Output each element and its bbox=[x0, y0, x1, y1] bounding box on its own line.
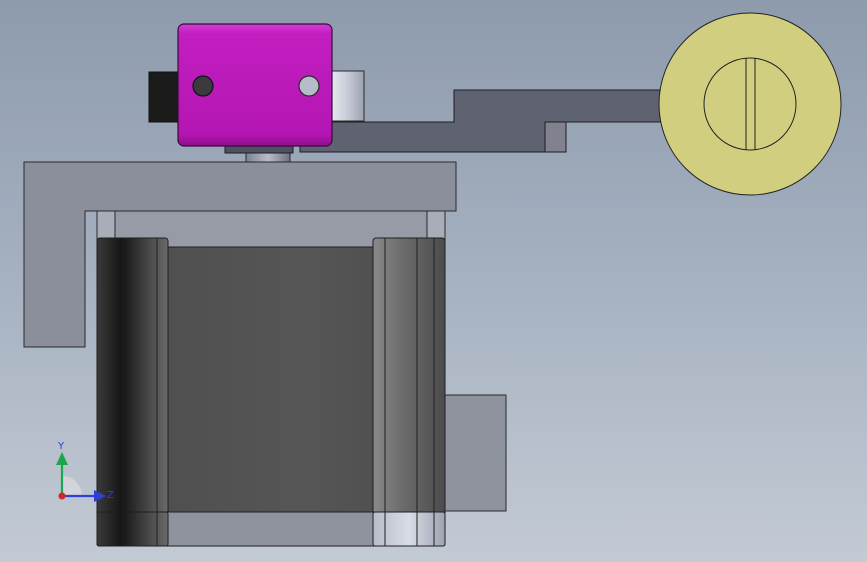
triad-quadrant bbox=[62, 476, 82, 496]
triad-origin bbox=[58, 492, 66, 500]
model-view[interactable] bbox=[0, 0, 867, 562]
lever-arm-tab bbox=[544, 121, 567, 153]
triad-y-label: Y bbox=[57, 441, 65, 452]
motor-connector[interactable] bbox=[441, 394, 507, 512]
orientation-triad[interactable]: Y Z bbox=[40, 438, 120, 510]
triad-z-arrow-icon bbox=[94, 490, 106, 502]
clamp-left-stub bbox=[148, 71, 181, 123]
clamp-screw-left-icon bbox=[192, 75, 214, 97]
pulley-screw[interactable] bbox=[703, 57, 797, 151]
clamp-right-roller bbox=[329, 70, 365, 122]
triad-z-label: Z bbox=[107, 490, 114, 501]
graphics-viewport[interactable]: Y Z bbox=[0, 0, 867, 562]
triad-y-arrow-icon bbox=[56, 452, 68, 465]
clamp-screw-right-icon bbox=[298, 75, 320, 97]
